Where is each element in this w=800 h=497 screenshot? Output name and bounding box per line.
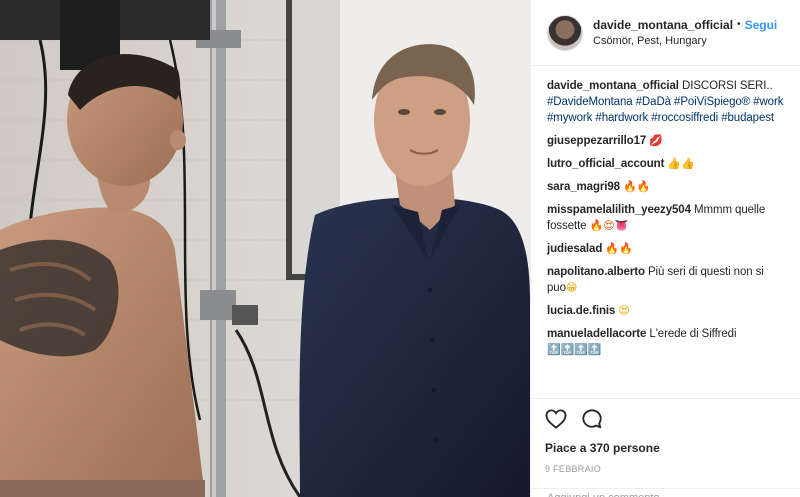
comment-item: misspamelalilith_yeezy504 Mmmm quelle fo… bbox=[547, 202, 784, 234]
comment-item: napolitano.alberto Più seri di questi no… bbox=[547, 264, 784, 296]
avatar[interactable] bbox=[547, 14, 583, 51]
comment-item: lucia.de.finis 😍 bbox=[547, 303, 784, 319]
comment-emoji: 🔝🔝🔝🔝 bbox=[547, 343, 602, 356]
comments-list[interactable]: davide_montana_official DISCORSI SERI.. … bbox=[531, 66, 800, 396]
comment-emoji: 👍👍 bbox=[667, 157, 695, 170]
post-date: 9 FEBBRAIO bbox=[545, 464, 602, 474]
likes-count[interactable]: Piace a 370 persone bbox=[545, 441, 787, 455]
action-icons bbox=[545, 407, 787, 433]
header-user-row: davide_montana_official • Segui bbox=[593, 17, 777, 33]
comment-icon[interactable] bbox=[581, 408, 603, 433]
comment-item: sara_magri98 🔥🔥 bbox=[547, 179, 784, 195]
comment-username[interactable]: lucia.de.finis bbox=[547, 305, 615, 317]
comment-username[interactable]: sara_magri98 bbox=[547, 181, 620, 193]
caption-text: DISCORSI SERI.. bbox=[682, 80, 773, 92]
heart-icon[interactable] bbox=[545, 408, 567, 432]
location-link[interactable]: Csömör, Pest, Hungary bbox=[593, 33, 777, 49]
photo-scene bbox=[0, 0, 530, 497]
caption-hashtags-line1[interactable]: #DavideMontana #DaDà #PoiViSpiego® bbox=[547, 96, 750, 108]
post-header: davide_montana_official • Segui Csömör, … bbox=[531, 0, 800, 66]
comment-emoji: 🔥🔥 bbox=[623, 180, 651, 193]
caption: davide_montana_official DISCORSI SERI.. … bbox=[547, 78, 784, 126]
comment-emoji: 😁 bbox=[565, 281, 578, 294]
comment-emoji: 🔥🔥 bbox=[605, 242, 633, 255]
comment-item: manueladellacorte L'erede di Siffredi 🔝🔝… bbox=[547, 326, 784, 358]
comment-emoji: 🔥😍👅 bbox=[589, 219, 629, 232]
comment-text: L'erede di Siffredi bbox=[649, 328, 737, 340]
comment-username[interactable]: napolitano.alberto bbox=[547, 266, 645, 278]
add-comment-placeholder: Aggiungi un commento... bbox=[547, 489, 785, 497]
instagram-post: davide_montana_official • Segui Csömör, … bbox=[0, 0, 800, 497]
post-actions: Piace a 370 persone 9 FEBBRAIO bbox=[531, 398, 800, 474]
comment-username[interactable]: judiesalad bbox=[547, 243, 602, 255]
comment-username[interactable]: misspamelalilith_yeezy504 bbox=[547, 204, 691, 216]
caption-username[interactable]: davide_montana_official bbox=[547, 80, 679, 92]
header-username[interactable]: davide_montana_official bbox=[593, 17, 733, 33]
follow-button[interactable]: Segui bbox=[745, 17, 778, 33]
separator-dot: • bbox=[737, 18, 741, 30]
comment-item: lutro_official_account 👍👍 bbox=[547, 156, 784, 172]
comment-item: giuseppezarrillo17 💋 bbox=[547, 133, 784, 149]
comment-emoji: 💋 bbox=[649, 134, 663, 147]
comment-username[interactable]: manueladellacorte bbox=[547, 328, 646, 340]
post-sidebar: davide_montana_official • Segui Csömör, … bbox=[530, 0, 800, 497]
header-text: davide_montana_official • Segui Csömör, … bbox=[593, 17, 777, 49]
comment-item: judiesalad 🔥🔥 bbox=[547, 241, 784, 257]
comment-username[interactable]: giuseppezarrillo17 bbox=[547, 135, 646, 147]
add-comment-field[interactable]: Aggiungi un commento... bbox=[531, 488, 800, 497]
post-photo[interactable] bbox=[0, 0, 530, 497]
comment-emoji: 😍 bbox=[618, 304, 630, 317]
caption-hashtags-line3[interactable]: #budapest bbox=[721, 112, 774, 124]
comment-username[interactable]: lutro_official_account bbox=[547, 158, 664, 170]
